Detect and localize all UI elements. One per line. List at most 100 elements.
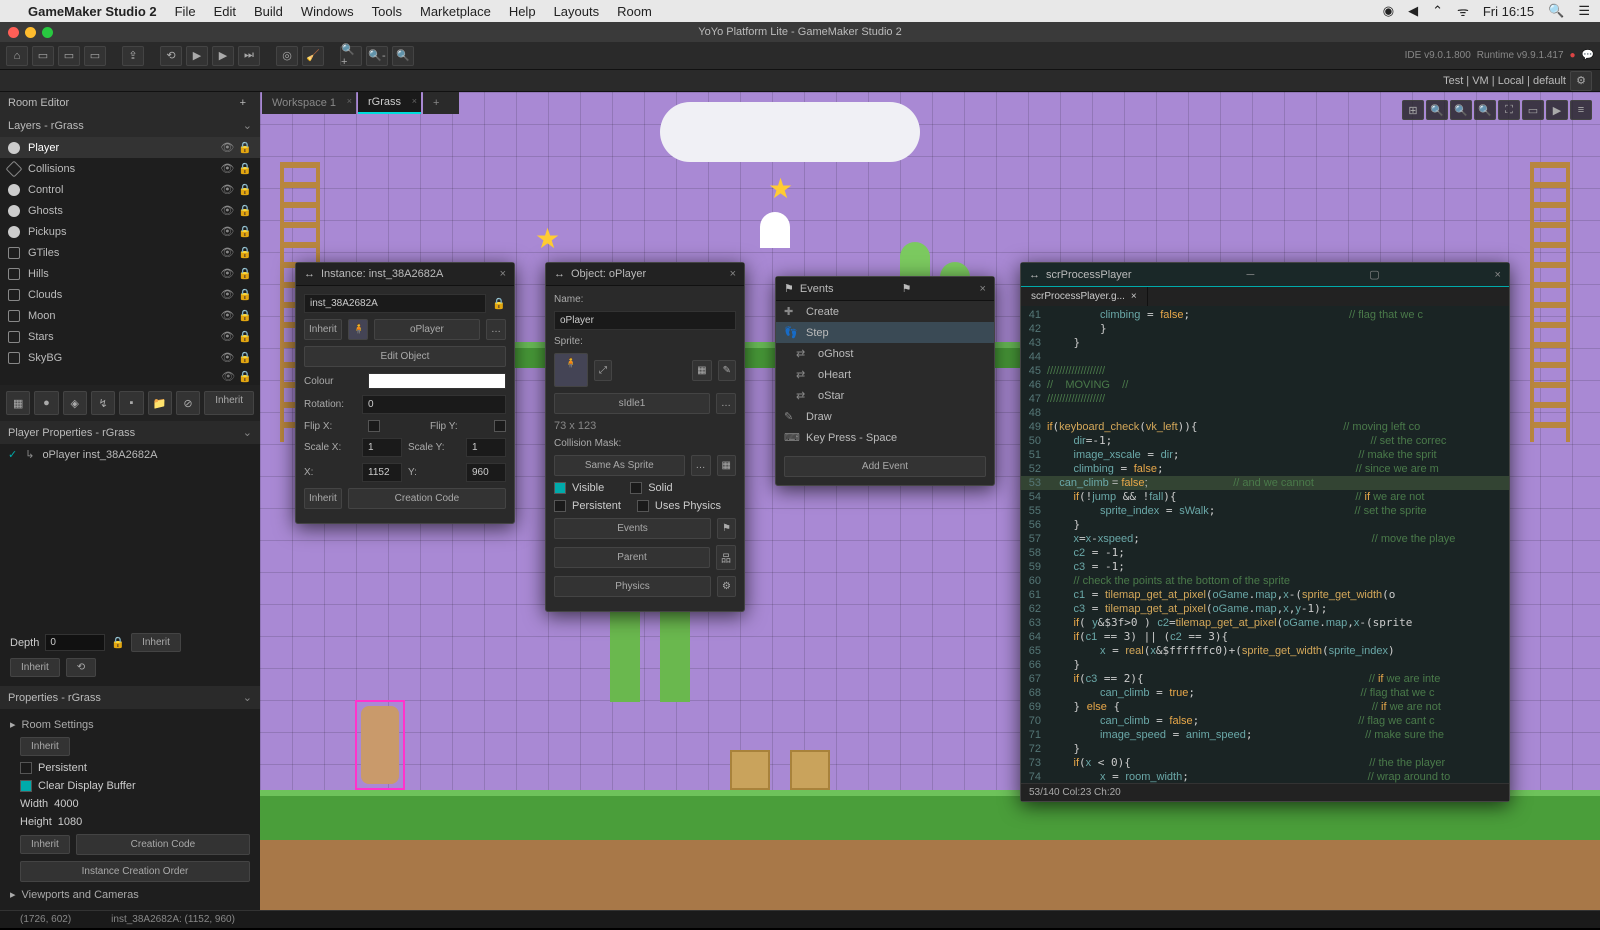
menu-tools[interactable]: Tools [372,4,402,19]
grid-toggle[interactable]: ⊞ [1402,100,1424,120]
close-icon[interactable]: × [347,96,352,106]
menu-windows[interactable]: Windows [301,4,354,19]
layer-row[interactable]: Control👁🔒 [0,179,260,200]
inherit-button[interactable]: Inherit [20,835,70,854]
event-item[interactable]: ⇄oGhost [776,343,994,364]
visibility-icon[interactable]: 👁 [220,351,234,364]
creation-code-button[interactable]: Creation Code [348,488,506,509]
wifi-icon[interactable]: ⌃ [1432,3,1443,19]
new-tab-button[interactable]: + [423,92,459,114]
layer-row[interactable]: Ghosts👁🔒 [0,200,260,221]
layer-row[interactable]: Pickups👁🔒 [0,221,260,242]
player-instance[interactable] [355,700,405,790]
document-tab[interactable]: Workspace 1× [262,92,356,114]
open-button[interactable]: ▭ [58,46,80,66]
event-item[interactable]: ⇄oHeart [776,364,994,385]
chevron-down-icon[interactable]: ⌄ [243,426,252,439]
visibility-icon[interactable]: 👁 [220,162,234,175]
wifi-icon[interactable]: ᯤ [1457,2,1469,20]
play-icon[interactable]: ▶ [1546,100,1568,120]
document-tab[interactable]: rGrass× [358,92,421,114]
inherit-button[interactable]: Inherit [10,658,60,677]
edit-object-button[interactable]: Edit Object [304,346,506,367]
home-button[interactable]: ⌂ [6,46,28,66]
visibility-icon[interactable]: 👁 [220,225,234,238]
chevron-down-icon[interactable]: ⌄ [243,119,252,132]
inherit-button[interactable]: Inherit [131,633,181,652]
layer-row[interactable]: Stars👁🔒 [0,326,260,347]
layer-row[interactable]: Clouds👁🔒 [0,284,260,305]
event-item[interactable]: ⇄oStar [776,385,994,406]
code-editor[interactable]: 41 climbing = false; // flag that we c 4… [1021,306,1509,783]
more-icon[interactable]: … [691,455,711,476]
debug-button[interactable]: ▶ [212,46,234,66]
target-button[interactable]: ◎ [276,46,298,66]
room-editor-header[interactable]: Room Editor + [0,92,260,114]
flipx-checkbox[interactable] [368,420,380,432]
sprite-expand-icon[interactable]: ⤢ [594,360,612,381]
visibility-icon[interactable]: 👁 [220,288,234,301]
lock-icon[interactable]: 🔒 [238,309,252,322]
search-icon[interactable]: 🔍 [1548,3,1564,19]
physics-button[interactable]: Physics [554,576,711,597]
object-name-input[interactable] [554,311,736,330]
lock-icon[interactable]: 🔒 [238,330,252,343]
hierarchy-icon[interactable]: 品 [716,545,736,570]
visibility-icon[interactable]: 👁 [220,141,234,154]
notification-icon[interactable]: ● [1570,50,1576,61]
colour-swatch[interactable] [368,373,506,389]
persistent-checkbox[interactable] [554,500,566,512]
volume-icon[interactable]: ◀ [1408,3,1418,19]
fullscreen-icon[interactable]: ⛶ [1498,100,1520,120]
physics-checkbox[interactable] [637,500,649,512]
visible-checkbox[interactable] [554,482,566,494]
lock-icon[interactable]: 🔒 [111,636,125,649]
layer-row[interactable]: SkyBG👁🔒 [0,347,260,368]
flag-icon[interactable]: ⚑ [717,518,736,539]
x-input[interactable] [362,463,402,482]
lock-icon[interactable]: 🔒 [238,141,252,154]
inherit-button[interactable]: Inherit [204,391,254,415]
event-item[interactable]: ✚Create [776,301,994,322]
close-icon[interactable]: × [500,268,506,280]
object-panel[interactable]: ↔Object: oPlayer× Name: Sprite: 🧍 ⤢ ▦ ✎ … [545,262,745,612]
zoom-in-button[interactable]: 🔍+ [340,46,362,66]
menu-marketplace[interactable]: Marketplace [420,4,491,19]
panel-drag-icon[interactable]: ↔ [304,268,315,280]
panel-drag-icon[interactable]: ↔ [554,268,565,280]
minimize-icon[interactable]: ─ [1247,269,1255,281]
layer-tool-path[interactable]: ↯ [91,391,115,415]
layer-tool-instance[interactable]: ● [34,391,58,415]
menu-icon[interactable]: ☰ [1578,3,1590,19]
clear-buffer-checkbox[interactable] [20,780,32,792]
creation-code-button[interactable]: Creation Code [76,834,250,855]
instance-list-item[interactable]: ✓ ↳ oPlayer inst_38A2682A [0,444,260,465]
maximize-window[interactable] [42,27,53,38]
layer-row[interactable]: Hills👁🔒 [0,263,260,284]
lock-icon[interactable]: 🔒 [238,351,252,364]
inherit-button[interactable]: Inherit [20,737,70,756]
zoom-out-icon[interactable]: 🔍 [1474,100,1496,120]
settings-icon[interactable]: ⚙ [1570,71,1592,91]
lock-icon[interactable]: 🔒 [238,246,252,259]
code-panel[interactable]: ↔scrProcessPlayer─▢× scrProcessPlayer.g.… [1020,262,1510,802]
zoom-100-icon[interactable]: 🔍 [1450,100,1472,120]
layer-tool-tiles[interactable]: ▦ [6,391,30,415]
collision-select[interactable]: Same As Sprite [554,455,685,476]
add-tab-button[interactable]: + [234,97,252,109]
lock-icon[interactable]: 🔒 [492,297,506,310]
code-file-tab[interactable]: scrProcessPlayer.g...× [1021,287,1148,306]
player-properties-header[interactable]: Player Properties - rGrass ⌄ [0,421,260,444]
lock-icon[interactable]: 🔒 [238,183,252,196]
persistent-checkbox[interactable] [20,762,32,774]
add-event-button[interactable]: Add Event [784,456,986,477]
solid-checkbox[interactable] [630,482,642,494]
zoom-reset-button[interactable]: 🔍 [392,46,414,66]
sprite-preview[interactable]: 🧍 [554,353,588,387]
minimize-window[interactable] [25,27,36,38]
save-button[interactable]: ▭ [84,46,106,66]
list-icon[interactable]: ≡ [1570,100,1592,120]
rotation-input[interactable] [362,395,506,414]
scalex-input[interactable] [362,438,402,457]
maximize-icon[interactable]: ▢ [1369,268,1379,281]
